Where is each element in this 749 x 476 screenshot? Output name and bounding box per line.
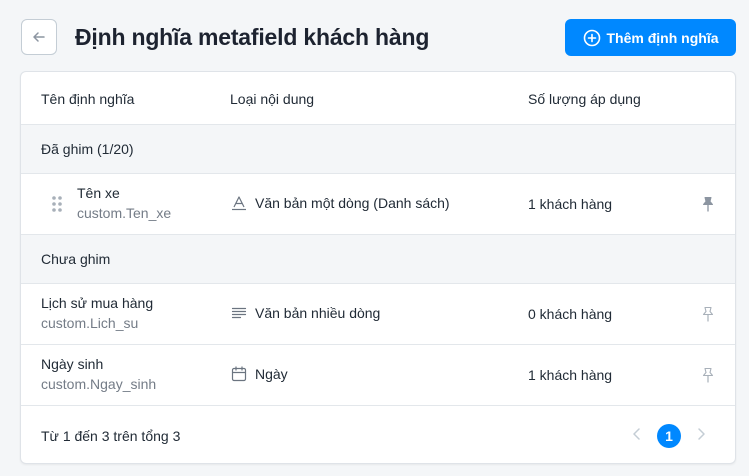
definition-name-cell: Tên xe custom.Ten_xe xyxy=(77,185,171,221)
content-type-label: Ngày xyxy=(255,366,288,382)
column-header-name: Tên định nghĩa xyxy=(41,91,135,107)
table-row[interactable]: Ngày sinh custom.Ngay_sinh Ngày 1 khách … xyxy=(21,345,735,406)
applied-count: 1 khách hàng xyxy=(528,196,613,212)
chevron-right-icon[interactable] xyxy=(694,427,708,446)
pin-outline-icon[interactable] xyxy=(700,367,716,388)
pin-filled-icon[interactable] xyxy=(700,196,716,217)
pin-outline-icon[interactable] xyxy=(700,306,716,327)
group-label: Đã ghim (1/20) xyxy=(41,141,134,157)
chevron-left-icon[interactable] xyxy=(630,427,644,446)
group-header-unpinned: Chưa ghim xyxy=(21,235,735,284)
definition-name: Ngày sinh xyxy=(41,356,104,372)
group-label: Chưa ghim xyxy=(41,251,111,267)
definition-key: custom.Ten_xe xyxy=(77,205,172,221)
content-type-label: Văn bản nhiều dòng xyxy=(255,305,381,321)
definition-key: custom.Ngay_sinh xyxy=(41,376,157,392)
back-button[interactable] xyxy=(21,19,57,55)
calendar-icon xyxy=(231,366,247,382)
table-row[interactable]: Lịch sử mua hàng custom.Lich_su Văn bản … xyxy=(21,284,735,345)
multi-line-text-icon xyxy=(231,307,247,319)
definition-name: Tên xe xyxy=(77,185,120,201)
add-definition-label: Thêm định nghĩa xyxy=(606,29,719,46)
table-row[interactable]: Tên xe custom.Ten_xe Văn bản một dòng (D… xyxy=(21,174,735,235)
content-type-label: Văn bản một dòng (Danh sách) xyxy=(255,195,450,211)
single-line-text-icon xyxy=(232,196,246,211)
metafield-table-card: Tên định nghĩa Loại nội dung Số lượng áp… xyxy=(20,71,736,464)
table-footer: Từ 1 đến 3 trên tổng 3 1 xyxy=(21,405,735,463)
column-header-count: Số lượng áp dụng xyxy=(528,91,641,107)
definition-name-cell: Lịch sử mua hàng custom.Lich_su xyxy=(41,295,153,331)
drag-handle-icon[interactable] xyxy=(51,195,63,218)
definition-key: custom.Lich_su xyxy=(41,315,139,331)
content-type-cell: Văn bản một dòng (Danh sách) xyxy=(231,195,450,211)
arrow-left-icon xyxy=(33,32,45,42)
table-header: Tên định nghĩa Loại nội dung Số lượng áp… xyxy=(21,72,735,125)
applied-count: 1 khách hàng xyxy=(528,367,613,383)
content-type-cell: Văn bản nhiều dòng xyxy=(231,305,380,321)
column-header-type: Loại nội dung xyxy=(230,91,315,107)
pagination-summary: Từ 1 đến 3 trên tổng 3 xyxy=(41,428,181,444)
applied-count: 0 khách hàng xyxy=(528,306,613,322)
definition-name: Lịch sử mua hàng xyxy=(41,295,154,311)
content-type-cell: Ngày xyxy=(231,366,288,382)
definition-name-cell: Ngày sinh custom.Ngay_sinh xyxy=(41,356,156,392)
plus-circle-icon xyxy=(583,29,600,46)
page-number-button[interactable]: 1 xyxy=(657,424,681,448)
group-header-pinned: Đã ghim (1/20) xyxy=(21,125,735,174)
add-definition-button[interactable]: Thêm định nghĩa xyxy=(565,19,736,56)
page-title: Định nghĩa metafield khách hàng xyxy=(75,24,430,50)
